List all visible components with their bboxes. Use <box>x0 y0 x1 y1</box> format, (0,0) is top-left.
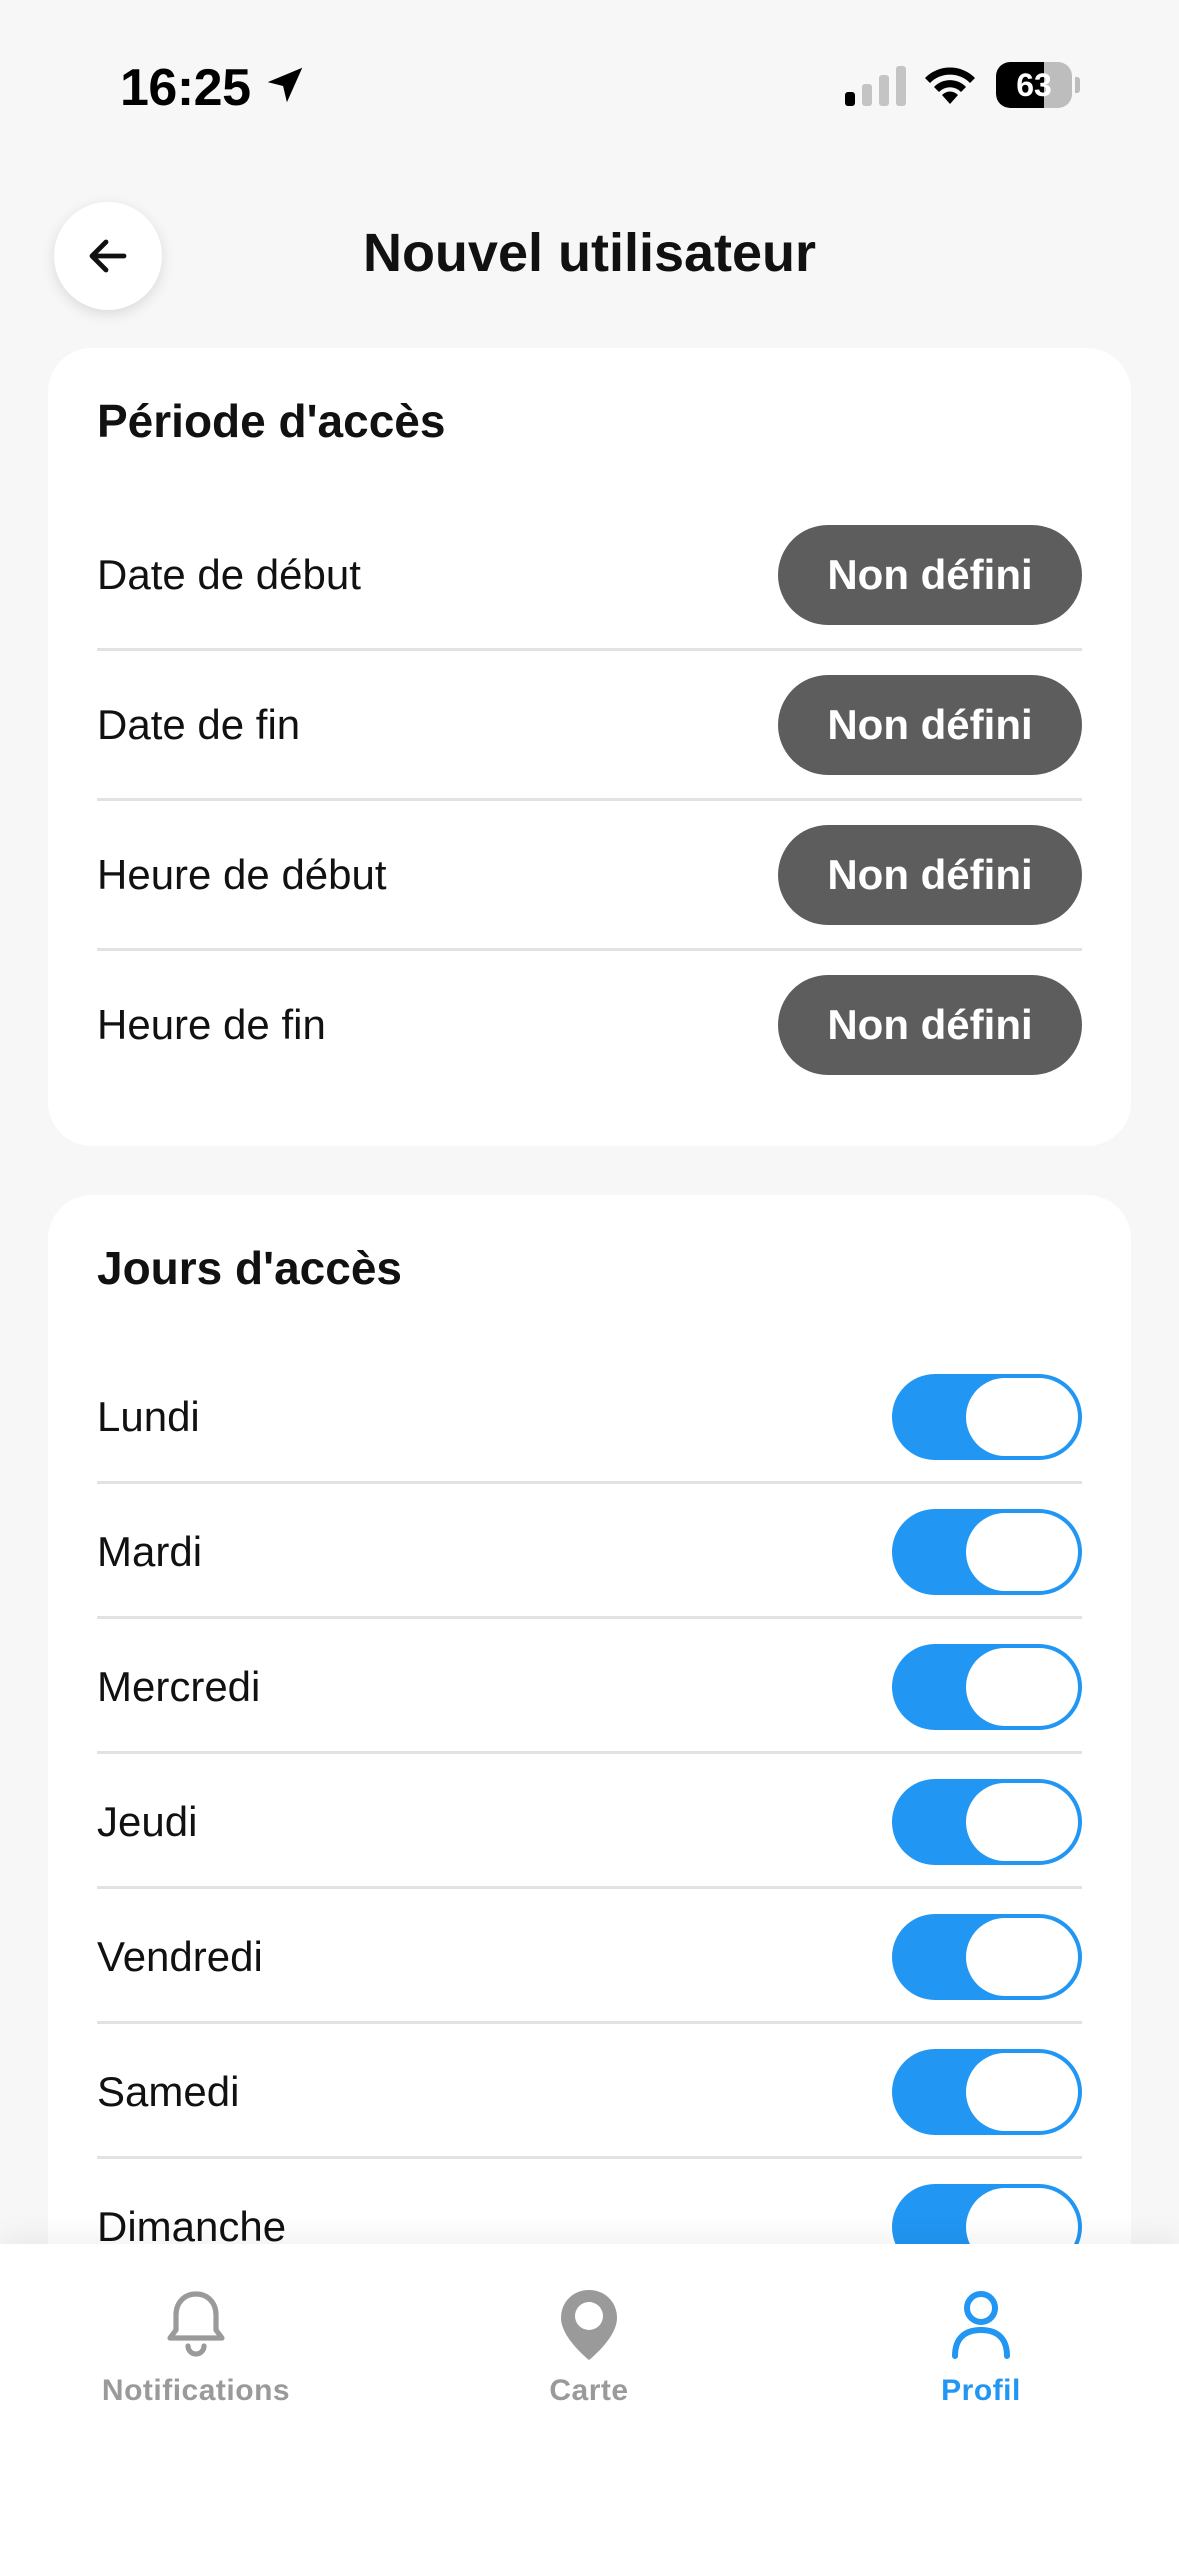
start-date-button[interactable]: Non défini <box>778 525 1082 625</box>
divider <box>97 1616 1082 1619</box>
day-label-monday: Lundi <box>97 1393 200 1440</box>
end-time-row: Heure de fin Non défini <box>97 975 1082 1075</box>
monday-toggle[interactable] <box>892 1374 1082 1460</box>
day-row-wednesday: Mercredi <box>97 1644 1082 1730</box>
bottom-tab-bar: Notifications Carte Profil <box>0 2244 1179 2556</box>
divider <box>97 798 1082 801</box>
day-row-saturday: Samedi <box>97 2049 1082 2135</box>
map-pin-icon <box>561 2290 617 2360</box>
saturday-toggle[interactable] <box>892 2049 1082 2135</box>
tab-carte-label: Carte <box>549 2374 629 2407</box>
day-label-saturday: Samedi <box>97 2068 240 2115</box>
tab-notifications-label: Notifications <box>101 2374 291 2407</box>
tuesday-toggle[interactable] <box>892 1509 1082 1595</box>
start-date-row: Date de début Non défini <box>97 525 1082 625</box>
divider <box>97 1751 1082 1754</box>
user-icon <box>952 2291 1010 2359</box>
access-period-card: Période d'accès Date de début Non défini… <box>48 348 1131 1146</box>
battery-percentage: 63 <box>1016 67 1052 103</box>
wednesday-toggle[interactable] <box>892 1644 1082 1730</box>
status-time: 16:25 <box>120 59 251 117</box>
day-row-monday: Lundi <box>97 1374 1082 1460</box>
start-time-button[interactable]: Non défini <box>778 825 1082 925</box>
divider <box>97 648 1082 651</box>
divider <box>97 948 1082 951</box>
wifi-icon <box>925 67 975 104</box>
access-days-card: Jours d'accès Lundi Mardi Mercredi Jeudi… <box>48 1195 1131 2395</box>
start-date-label: Date de début <box>97 551 361 598</box>
day-row-tuesday: Mardi <box>97 1509 1082 1595</box>
end-time-button[interactable]: Non défini <box>778 975 1082 1075</box>
thursday-toggle[interactable] <box>892 1779 1082 1865</box>
start-time-row: Heure de début Non défini <box>97 825 1082 925</box>
day-label-thursday: Jeudi <box>97 1798 198 1845</box>
divider <box>97 2021 1082 2024</box>
end-date-label: Date de fin <box>97 701 301 748</box>
tab-carte[interactable]: Carte <box>439 2284 739 2408</box>
end-time-label: Heure de fin <box>97 1001 326 1048</box>
day-row-friday: Vendredi <box>97 1914 1082 2000</box>
tab-notifications[interactable]: Notifications <box>46 2284 346 2408</box>
end-date-button[interactable]: Non défini <box>778 675 1082 775</box>
access-period-title: Période d'accès <box>97 395 446 447</box>
divider <box>97 1886 1082 1889</box>
page-title: Nouvel utilisateur <box>362 223 817 283</box>
day-label-friday: Vendredi <box>97 1933 263 1980</box>
divider <box>97 1481 1082 1484</box>
day-label-tuesday: Mardi <box>97 1528 203 1575</box>
access-days-title: Jours d'accès <box>97 1242 402 1294</box>
friday-toggle[interactable] <box>892 1914 1082 2000</box>
day-label-wednesday: Mercredi <box>97 1663 261 1710</box>
cellular-signal-icon <box>845 66 906 106</box>
tab-profil[interactable]: Profil <box>831 2284 1131 2408</box>
location-arrow-icon <box>267 67 303 103</box>
tab-profil-label: Profil <box>941 2374 1021 2407</box>
battery-icon: 63 <box>996 62 1080 108</box>
divider <box>97 2156 1082 2159</box>
status-bar: 16:25 63 <box>0 0 1179 150</box>
screen: 16:25 63 Nouvel utilisateur Période d'ac… <box>0 0 1179 2556</box>
start-time-label: Heure de début <box>97 851 387 898</box>
bell-icon <box>167 2291 225 2357</box>
day-row-thursday: Jeudi <box>97 1779 1082 1865</box>
end-date-row: Date de fin Non défini <box>97 675 1082 775</box>
